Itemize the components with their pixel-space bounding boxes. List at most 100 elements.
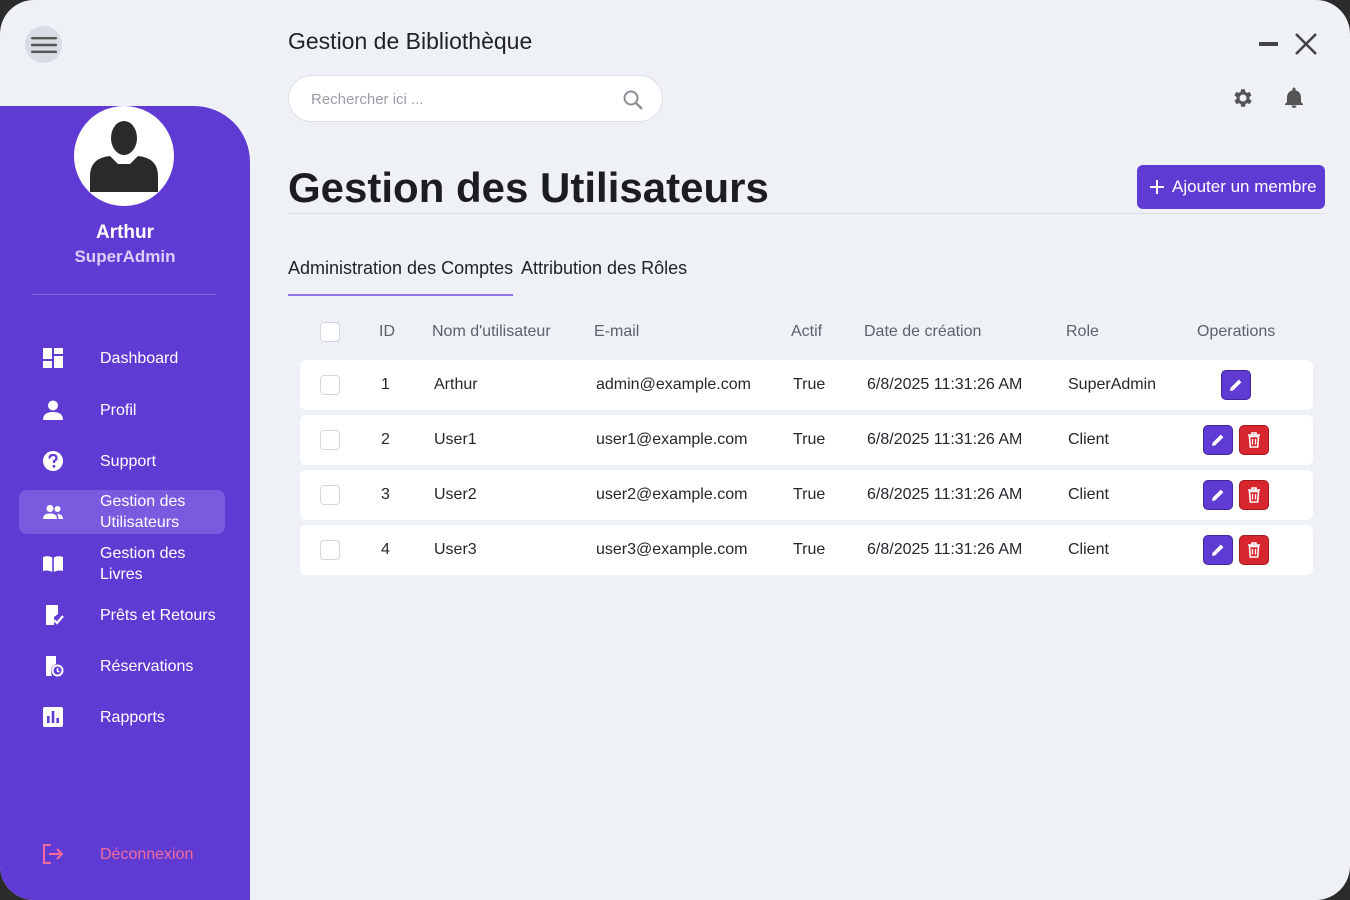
gear-icon[interactable] — [1231, 86, 1255, 110]
cell-role: Client — [1068, 486, 1109, 503]
cell-email: admin@example.com — [596, 376, 751, 393]
app-title: Gestion de Bibliothèque — [288, 28, 533, 54]
row-checkbox[interactable] — [320, 375, 340, 395]
loan-icon — [46, 605, 64, 625]
dashboard-icon — [43, 348, 63, 368]
sidebar-item-users[interactable]: Gestion des Utilisateurs — [19, 490, 225, 534]
cell-email: user2@example.com — [596, 486, 748, 503]
cell-role: Client — [1068, 431, 1109, 448]
sidebar-item-label: Rapports — [100, 708, 165, 726]
close-button[interactable] — [1292, 30, 1320, 58]
sidebar-item-loans[interactable]: Prêts et Retours — [19, 593, 225, 637]
select-all-checkbox[interactable] — [320, 322, 340, 342]
cell-created: 6/8/2025 11:31:26 AM — [867, 541, 1023, 558]
row-checkbox[interactable] — [320, 485, 340, 505]
cell-email: user1@example.com — [596, 431, 748, 448]
minimize-icon — [1259, 42, 1278, 46]
sidebar-item-label: Gestion des Utilisateurs — [100, 493, 186, 531]
cell-active: True — [793, 486, 826, 503]
app-window: Arthur SuperAdmin Dashboard Profil Suppo… — [0, 0, 1350, 900]
row-checkbox[interactable] — [320, 430, 340, 450]
header-username: Nom d'utilisateur — [432, 323, 551, 340]
header-operations: Operations — [1197, 323, 1276, 340]
cell-username: User3 — [434, 541, 477, 558]
pencil-icon — [1230, 379, 1242, 391]
header-active: Actif — [791, 323, 823, 340]
tab-accounts[interactable]: Administration des Comptes — [288, 258, 513, 279]
title-divider — [288, 213, 1325, 214]
cell-id: 4 — [381, 541, 390, 558]
cell-role: SuperAdmin — [1068, 376, 1157, 393]
cell-username: Arthur — [434, 376, 478, 393]
pencil-icon — [1212, 489, 1224, 501]
sidebar-divider — [32, 294, 216, 295]
cell-active: True — [793, 431, 826, 448]
delete-button[interactable] — [1239, 535, 1269, 565]
header-created: Date de création — [864, 323, 982, 340]
help-icon — [43, 451, 63, 471]
sidebar-item-label: Réservations — [100, 657, 194, 675]
table-row: 4 User3 user3@example.com True 6/8/2025 … — [300, 525, 1313, 575]
avatar — [74, 106, 174, 206]
delete-button[interactable] — [1239, 480, 1269, 510]
user-role: SuperAdmin — [74, 247, 176, 266]
table-row: 1 Arthur admin@example.com True 6/8/2025… — [300, 360, 1313, 410]
active-tab-indicator — [288, 294, 513, 296]
edit-button[interactable] — [1221, 370, 1251, 400]
sidebar-item-reports[interactable]: Rapports — [19, 695, 225, 739]
add-member-button[interactable]: Ajouter un membre — [1137, 165, 1325, 209]
sidebar-item-books[interactable]: Gestion des Livres — [19, 542, 225, 586]
user-avatar-icon — [90, 121, 158, 192]
trash-icon — [1248, 542, 1260, 558]
cell-created: 6/8/2025 11:31:26 AM — [867, 486, 1023, 503]
search-icon[interactable] — [622, 89, 644, 111]
tab-roles[interactable]: Attribution des Rôles — [521, 258, 687, 279]
sidebar-item-profil[interactable]: Profil — [19, 388, 225, 432]
cell-email: user3@example.com — [596, 541, 748, 558]
cell-created: 6/8/2025 11:31:26 AM — [867, 431, 1023, 448]
table-row: 3 User2 user2@example.com True 6/8/2025 … — [300, 470, 1313, 520]
book-icon — [43, 556, 63, 572]
reservation-icon — [46, 656, 64, 677]
trash-icon — [1248, 487, 1260, 503]
search-input[interactable] — [311, 88, 611, 110]
sidebar-item-label: Dashboard — [100, 349, 179, 367]
person-icon — [43, 400, 63, 420]
header-email: E-mail — [594, 323, 640, 340]
close-icon — [1295, 33, 1317, 55]
report-icon — [43, 707, 63, 727]
row-checkbox[interactable] — [320, 540, 340, 560]
minimize-button[interactable] — [1255, 30, 1283, 58]
logout-button[interactable]: Déconnexion — [19, 832, 225, 876]
sidebar-item-reservations[interactable]: Réservations — [19, 644, 225, 688]
cell-active: True — [793, 541, 826, 558]
sidebar-item-support[interactable]: Support — [19, 439, 225, 483]
cell-id: 1 — [381, 376, 390, 393]
sidebar-item-label: Prêts et Retours — [100, 606, 216, 624]
sidebar: Arthur SuperAdmin Dashboard Profil Suppo… — [0, 106, 250, 900]
pencil-icon — [1212, 434, 1224, 446]
sidebar-item-label: Profil — [100, 401, 137, 419]
cell-id: 2 — [381, 431, 390, 448]
cell-username: User1 — [434, 431, 477, 448]
menu-toggle-button[interactable] — [25, 26, 62, 63]
edit-button[interactable] — [1203, 425, 1233, 455]
header-id: ID — [379, 323, 395, 340]
edit-button[interactable] — [1203, 535, 1233, 565]
pencil-icon — [1212, 544, 1224, 556]
add-member-label: Ajouter un membre — [1172, 177, 1317, 196]
delete-button[interactable] — [1239, 425, 1269, 455]
users-icon — [43, 505, 63, 519]
cell-username: User2 — [434, 486, 477, 503]
cell-role: Client — [1068, 541, 1109, 558]
search-box — [288, 75, 663, 122]
cell-created: 6/8/2025 11:31:26 AM — [867, 376, 1023, 393]
table-row: 2 User1 user1@example.com True 6/8/2025 … — [300, 415, 1313, 465]
sidebar-item-dashboard[interactable]: Dashboard — [19, 336, 225, 380]
page-title: Gestion des Utilisateurs — [288, 164, 769, 211]
cell-id: 3 — [381, 486, 390, 503]
bell-icon[interactable] — [1282, 86, 1306, 110]
logout-icon — [43, 844, 64, 864]
header-role: Role — [1066, 323, 1099, 340]
edit-button[interactable] — [1203, 480, 1233, 510]
